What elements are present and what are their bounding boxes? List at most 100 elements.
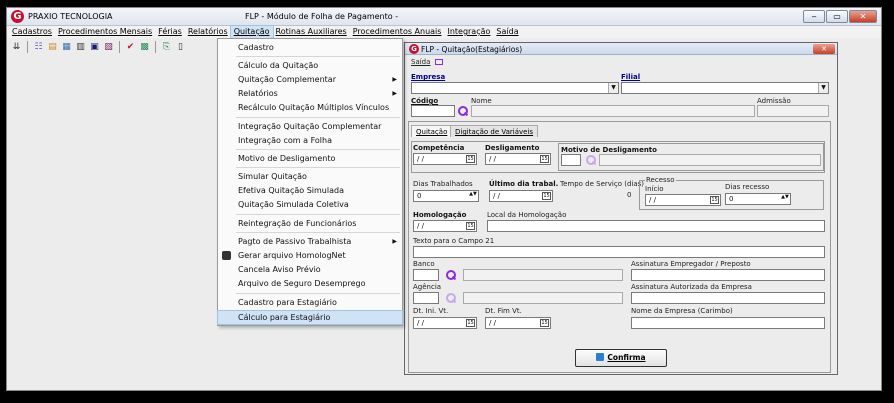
export-icon[interactable]: ⎘ xyxy=(161,42,172,53)
restore-button[interactable]: ▭ xyxy=(826,10,848,23)
calendar-icon[interactable]: 15 xyxy=(542,192,551,200)
calendar-icon[interactable]: 15 xyxy=(710,196,719,204)
users-icon[interactable]: ☷ xyxy=(33,42,44,53)
calendar-icon[interactable]: 15 xyxy=(466,222,475,230)
menu-relatorios[interactable]: Relatórios xyxy=(185,26,231,38)
menu-item-quitacao-coletiva[interactable]: Quitação Simulada Coletiva xyxy=(218,198,402,211)
filial-select[interactable]: ▼ xyxy=(621,82,829,94)
ultimo-dia-label: Último dia trabal. xyxy=(489,180,559,188)
menu-quitacao[interactable]: Quitação xyxy=(229,25,274,39)
dt-fim-vt-input[interactable]: / /15 xyxy=(485,317,551,329)
assinatura-empregador-input[interactable] xyxy=(631,269,825,281)
recesso-label: Recesso xyxy=(645,176,676,184)
recesso-inicio-input[interactable]: / /15 xyxy=(645,194,721,206)
sort-icon[interactable]: ⇊ xyxy=(11,42,22,53)
agencia-description-field xyxy=(463,292,623,304)
menu-procedimentos-mensais[interactable]: Procedimentos Mensais xyxy=(55,26,155,38)
agencia-code-input[interactable] xyxy=(413,292,439,304)
tab-digitacao-variaveis[interactable]: Digitação de Variáveis xyxy=(450,125,539,137)
tab-quitacao[interactable]: Quitação xyxy=(411,125,453,137)
chevron-down-icon[interactable]: ▼ xyxy=(608,83,618,93)
saida-menu[interactable]: Saída xyxy=(411,58,430,66)
menu-item-integracao-folha[interactable]: Integração com a Folha xyxy=(218,134,402,147)
dialog-close-button[interactable]: ✕ xyxy=(813,44,835,54)
window-title: FLP - Módulo de Folha de Pagamento - xyxy=(245,12,399,21)
search-icon[interactable] xyxy=(457,106,468,117)
menu-rotinas-auxiliares[interactable]: Rotinas Auxiliares xyxy=(273,26,350,38)
calculator-icon[interactable]: ▥ xyxy=(75,42,86,53)
menu-item-passivo-trabalhista[interactable]: Pagto de Passivo Trabalhista ▶ xyxy=(218,235,402,248)
menu-item-motivo-desligamento[interactable]: Motivo de Desligamento xyxy=(218,152,402,165)
menu-ferias[interactable]: Férias xyxy=(155,26,185,38)
search-icon[interactable] xyxy=(445,293,456,304)
menu-item-homolognet[interactable]: Gerar arquivo HomologNet xyxy=(218,249,402,262)
motivo-code-input[interactable] xyxy=(561,154,581,166)
menu-integracao[interactable]: Integração xyxy=(444,26,493,38)
banco-description-field xyxy=(463,269,623,281)
spreadsheet-icon[interactable]: ▩ xyxy=(139,42,150,53)
spinner-icon[interactable]: ▲▼ xyxy=(781,195,789,203)
ultimo-dia-input[interactable]: / /15 xyxy=(489,190,553,202)
check-icon[interactable]: ✔ xyxy=(125,42,136,53)
app-logo-icon: G xyxy=(409,44,419,54)
close-button[interactable]: ✕ xyxy=(849,10,877,23)
menu-item-simular-quitacao[interactable]: Simular Quitação xyxy=(218,170,402,183)
print-icon[interactable]: ▤ xyxy=(47,42,58,53)
menu-item-seguro-desemprego[interactable]: Arquivo de Seguro Desemprego xyxy=(218,277,402,290)
search-icon[interactable] xyxy=(585,155,596,166)
menu-cadastros[interactable]: Cadastros xyxy=(9,26,55,38)
menu-item-efetiva-quitacao[interactable]: Efetiva Quitação Simulada xyxy=(218,184,402,197)
search-icon[interactable] xyxy=(445,270,456,281)
menu-item-label: Cadastro xyxy=(238,43,274,52)
report-icon[interactable]: ▧ xyxy=(103,42,114,53)
dias-trabalhados-input[interactable]: 0 ▲▼ xyxy=(413,190,479,202)
menu-separator xyxy=(236,214,400,215)
filial-label: Filial xyxy=(621,73,641,81)
empresa-select[interactable]: ▼ xyxy=(411,82,619,94)
menu-item-label: Cadastro para Estagiário xyxy=(238,298,337,307)
menu-item-label: Gerar arquivo HomologNet xyxy=(238,251,346,260)
menu-item-relatorios[interactable]: Relatórios ▶ xyxy=(218,87,402,100)
chevron-down-icon[interactable]: ▼ xyxy=(818,83,828,93)
nome-empresa-carimbo-input[interactable] xyxy=(631,317,825,329)
competencia-input[interactable]: / /15 xyxy=(413,153,477,165)
calendar-icon[interactable]: ▦ xyxy=(61,42,72,53)
menu-item-quitacao-complementar[interactable]: Quitação Complementar ▶ xyxy=(218,73,402,86)
app-logo-icon: G xyxy=(11,10,24,23)
minimize-button[interactable]: ‒ xyxy=(803,10,825,23)
codigo-input[interactable] xyxy=(411,105,455,117)
menu-item-cadastro[interactable]: Cadastro xyxy=(218,41,402,54)
texto-campo-21-input[interactable] xyxy=(413,246,825,258)
calendar-icon[interactable]: 15 xyxy=(466,319,475,327)
document-icon[interactable]: ▯ xyxy=(175,42,186,53)
toolbar-separator xyxy=(155,41,156,53)
dias-trabalhados-label: Dias Trabalhados xyxy=(413,180,473,188)
menu-item-cadastro-estagiario[interactable]: Cadastro para Estagiário xyxy=(218,296,402,309)
menu-item-calculo-estagiario[interactable]: Cálculo para Estagiário xyxy=(217,310,403,325)
banco-code-input[interactable] xyxy=(413,269,439,281)
desligamento-label: Desligamento xyxy=(485,144,540,152)
homologacao-input[interactable]: / /15 xyxy=(413,220,477,232)
dias-recesso-input[interactable]: 0 ▲▼ xyxy=(725,193,791,205)
menu-item-integracao-complementar[interactable]: Integração Quitação Complementar xyxy=(218,120,402,133)
monitor-icon[interactable] xyxy=(435,59,443,65)
confirma-button[interactable]: Confirma xyxy=(575,349,667,367)
menu-separator xyxy=(236,117,400,118)
dt-ini-vt-input[interactable]: / /15 xyxy=(413,317,477,329)
menu-procedimentos-anuais[interactable]: Procedimentos Anuais xyxy=(350,26,445,38)
assinatura-empresa-input[interactable] xyxy=(631,292,825,304)
calendar-icon[interactable]: 15 xyxy=(540,155,549,163)
menu-item-reintegracao[interactable]: Reintegração de Funcionários xyxy=(218,217,402,230)
menu-saida[interactable]: Saída xyxy=(493,26,521,38)
menu-item-recalculo[interactable]: Recálculo Quitação Múltiplos Vínculos xyxy=(218,101,402,114)
save-icon[interactable]: ▣ xyxy=(89,42,100,53)
menu-item-calculo-quitacao[interactable]: Cálculo da Quitação xyxy=(218,59,402,72)
calendar-icon[interactable]: 15 xyxy=(466,155,475,163)
menu-item-cancela-aviso[interactable]: Cancela Aviso Prévio xyxy=(218,263,402,276)
spinner-icon[interactable]: ▲▼ xyxy=(469,192,477,200)
calendar-icon[interactable]: 15 xyxy=(540,319,549,327)
desligamento-input[interactable]: / /15 xyxy=(485,153,551,165)
local-homologacao-input[interactable] xyxy=(487,220,825,232)
toolbar-separator xyxy=(119,41,120,53)
menu-separator xyxy=(236,149,400,150)
